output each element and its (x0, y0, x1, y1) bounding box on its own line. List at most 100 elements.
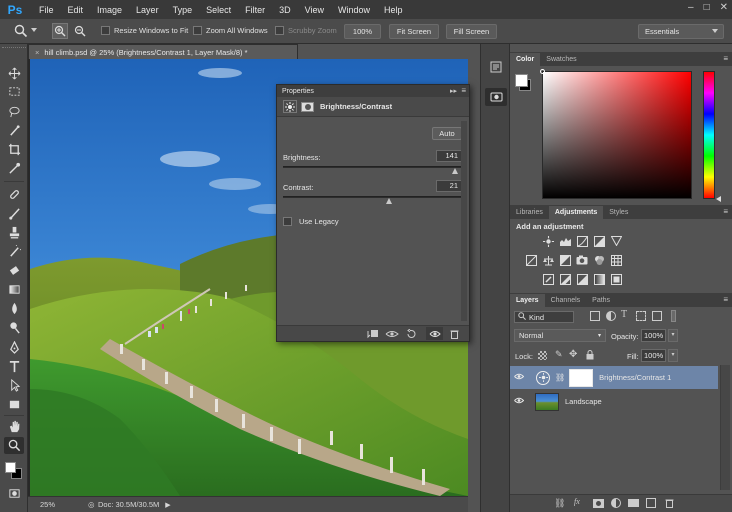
brush-tool-icon[interactable] (4, 205, 24, 222)
layer-name[interactable]: Landscape (565, 397, 602, 406)
color-balance-adj-icon[interactable] (542, 254, 554, 266)
eye-icon[interactable] (510, 373, 528, 382)
menu-3d[interactable]: 3D (272, 5, 298, 15)
properties-panel-icon[interactable] (485, 88, 507, 106)
quick-selection-tool-icon[interactable] (4, 122, 24, 139)
tool-preset-dropdown-icon[interactable] (31, 28, 37, 32)
lock-position-icon[interactable]: ✥ (569, 349, 577, 360)
hue-slider[interactable] (703, 71, 715, 199)
filter-smart-objects-icon[interactable] (652, 311, 662, 321)
marquee-tool-icon[interactable] (4, 83, 24, 100)
contrast-input[interactable]: 21 (436, 180, 462, 192)
dodge-tool-icon[interactable] (4, 319, 24, 336)
layer-row-landscape[interactable]: Landscape (510, 390, 718, 413)
blend-mode-dropdown[interactable]: Normal ▾ (514, 329, 606, 342)
zoom-all-windows-box[interactable] (193, 26, 202, 35)
toolbar-grip[interactable] (2, 47, 26, 50)
use-legacy-box[interactable] (283, 217, 292, 226)
delete-layer-icon[interactable] (665, 498, 674, 510)
selective-color-adj-icon[interactable] (610, 273, 622, 285)
zoom-in-icon[interactable] (52, 23, 68, 39)
tab-adjustments[interactable]: Adjustments (548, 206, 604, 219)
scrubby-zoom-checkbox[interactable]: Scrubby Zoom (275, 26, 337, 35)
menu-file[interactable]: File (32, 5, 61, 15)
path-selection-tool-icon[interactable] (4, 377, 24, 394)
panel-menu-icon[interactable]: ≡ (723, 54, 728, 63)
link-layers-icon[interactable]: ⛓ (554, 498, 565, 509)
resize-windows-checkbox[interactable]: Resize Windows to Fit (101, 26, 188, 35)
collapse-panel-icon[interactable]: ▸▸ (450, 87, 457, 95)
curves-adj-icon[interactable] (576, 235, 588, 247)
eraser-tool-icon[interactable] (4, 262, 24, 279)
filter-pixel-layers-icon[interactable] (590, 311, 600, 321)
color-field[interactable] (542, 71, 692, 199)
layer-row-brightness-contrast[interactable]: ⛓ Brightness/Contrast 1 (510, 366, 718, 389)
maximize-button[interactable]: □ (704, 2, 710, 13)
move-tool-icon[interactable] (4, 65, 24, 82)
tab-swatches[interactable]: Swatches (540, 53, 582, 66)
menu-filter[interactable]: Filter (238, 5, 272, 15)
close-document-icon[interactable]: × (35, 48, 39, 57)
fill-dropdown-icon[interactable]: ▾ (668, 349, 678, 362)
black-white-adj-icon[interactable] (559, 254, 571, 266)
menu-help[interactable]: Help (377, 5, 410, 15)
history-panel-icon[interactable] (485, 58, 507, 76)
levels-adj-icon[interactable] (559, 235, 571, 247)
menu-select[interactable]: Select (199, 5, 238, 15)
fill-input[interactable]: 100% (641, 349, 666, 362)
tab-libraries[interactable]: Libraries (510, 206, 549, 219)
clip-to-layer-icon[interactable] (367, 329, 379, 341)
quick-mask-icon[interactable] (4, 485, 24, 502)
pen-tool-icon[interactable] (4, 339, 24, 356)
zoom-out-icon[interactable] (72, 23, 88, 39)
fit-screen-button[interactable]: Fit Screen (389, 24, 439, 39)
filter-toggle-icon[interactable] (671, 310, 676, 322)
layer-chain-link-icon[interactable]: ⛓ (555, 373, 565, 382)
vibrance-adj-icon[interactable] (610, 235, 622, 247)
properties-scrollbar[interactable] (461, 121, 467, 321)
crop-tool-icon[interactable] (4, 141, 24, 158)
opacity-input[interactable]: 100% (641, 329, 666, 342)
color-swatches[interactable] (4, 461, 24, 481)
layer-filter-dropdown[interactable]: Kind (514, 311, 574, 323)
layer-mask-thumbnail[interactable] (569, 368, 594, 387)
menu-edit[interactable]: Edit (61, 5, 91, 15)
lock-image-pixels-icon[interactable]: ✎ (555, 349, 563, 360)
toggle-visibility-icon[interactable] (426, 327, 443, 340)
panel-menu-icon[interactable]: ≡ (461, 86, 466, 95)
blur-tool-icon[interactable] (4, 300, 24, 317)
hue-saturation-adj-icon[interactable] (525, 254, 537, 266)
resize-windows-box[interactable] (101, 26, 110, 35)
posterize-adj-icon[interactable] (559, 273, 571, 285)
foreground-color-swatch[interactable] (5, 462, 16, 473)
status-menu-arrow-icon[interactable]: ▶ (165, 501, 170, 509)
zoom-tool-preset-icon[interactable] (14, 24, 28, 40)
brightness-slider-track[interactable] (283, 166, 461, 168)
brightness-input[interactable]: 141 (436, 150, 462, 162)
layer-thumbnail[interactable] (535, 392, 559, 411)
lock-all-icon[interactable] (586, 350, 594, 362)
lasso-tool-icon[interactable] (4, 103, 24, 120)
threshold-adj-icon[interactable] (576, 273, 588, 285)
panel-menu-icon[interactable]: ≡ (723, 207, 728, 216)
menu-window[interactable]: Window (331, 5, 377, 15)
brightness-slider-thumb[interactable] (452, 168, 459, 174)
tab-paths[interactable]: Paths (586, 294, 616, 307)
filter-adjustment-layers-icon[interactable] (606, 311, 616, 321)
brightness-contrast-adj-icon[interactable] (542, 235, 554, 247)
document-tab[interactable]: × hill climb.psd @ 25% (Brightness/Contr… (28, 44, 298, 59)
view-previous-state-icon[interactable] (385, 329, 399, 341)
opacity-dropdown-icon[interactable]: ▾ (668, 329, 678, 342)
rectangle-tool-icon[interactable] (4, 396, 24, 413)
healing-brush-tool-icon[interactable] (4, 186, 24, 203)
new-group-icon[interactable] (628, 499, 639, 507)
hand-tool-icon[interactable] (4, 418, 24, 435)
use-legacy-checkbox[interactable]: Use Legacy (283, 217, 339, 226)
channel-mixer-adj-icon[interactable] (593, 254, 605, 266)
hue-slider-thumb[interactable] (716, 196, 721, 202)
panel-menu-icon[interactable]: ≡ (723, 295, 728, 304)
contrast-slider-thumb[interactable] (386, 198, 393, 204)
clone-stamp-tool-icon[interactable] (4, 224, 24, 241)
menu-layer[interactable]: Layer (129, 5, 166, 15)
tab-channels[interactable]: Channels (545, 294, 587, 307)
